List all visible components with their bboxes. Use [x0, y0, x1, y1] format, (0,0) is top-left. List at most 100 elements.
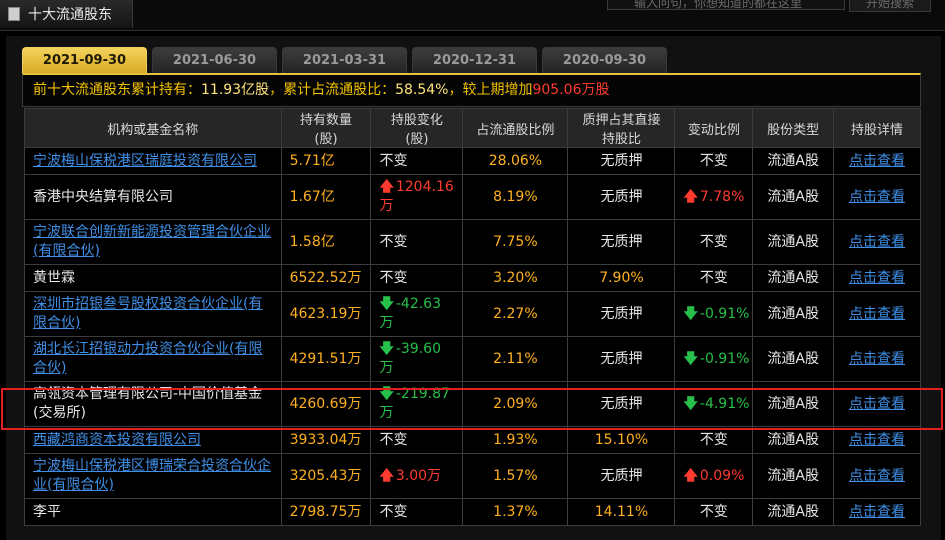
- view-detail-link[interactable]: 点击查看: [849, 153, 905, 169]
- cell-ratio: 28.06%: [462, 147, 569, 175]
- view-detail-link[interactable]: 点击查看: [849, 189, 905, 205]
- arrow-down-icon: 🡇: [683, 395, 698, 412]
- view-detail-link[interactable]: 点击查看: [849, 432, 905, 448]
- cell-holder-name: 高瓴资本管理有限公司-中国价值基金(交易所): [24, 381, 282, 427]
- cell-change-ratio: 不变: [674, 426, 754, 454]
- cell-pledge: 7.90%: [567, 264, 676, 292]
- table-row: 宁波联合创新新能源投资管理合伙企业(有限合伙) 1.58亿 不变 7.75% 无质押 不变…: [24, 219, 921, 265]
- top-bar: 十大流通股东 输入问句，你想知道的都在这里 开始搜索: [0, 0, 945, 31]
- change-ratio-value: 不变: [699, 269, 728, 286]
- cell-change: 不变: [370, 498, 464, 526]
- table-row: 西藏鸿商资本投资有限公司 3933.04万 不变 1.93% 15.10% 不变 流通A股点…: [24, 426, 921, 454]
- cell-change: 不变: [370, 219, 464, 265]
- arrow-down-icon: 🡇: [683, 305, 698, 322]
- change-ratio-value: -4.91%: [699, 395, 750, 412]
- cell-detail[interactable]: 点击查看: [833, 336, 921, 382]
- change-value: 不变: [379, 503, 408, 520]
- cell-change: 🡅 1204.16万: [370, 174, 464, 220]
- view-detail-link[interactable]: 点击查看: [849, 468, 905, 484]
- arrow-down-icon: 🡇: [379, 341, 394, 357]
- holder-name-link[interactable]: 湖北长江招银动力投资合伙企业(有限合伙): [33, 341, 262, 376]
- period-tabs: 2021-09-30 2021-06-30 2021-03-31 2020-12…: [22, 47, 672, 73]
- summary-increase: 905.06万股: [532, 82, 610, 98]
- tab-2021-03-31[interactable]: 2021-03-31: [282, 47, 407, 73]
- change-ratio-value: 0.09%: [699, 467, 745, 484]
- view-detail-link[interactable]: 点击查看: [849, 234, 905, 250]
- cell-change: 🡅 3.00万: [370, 453, 464, 499]
- cell-holder-name[interactable]: 宁波联合创新新能源投资管理合伙企业(有限合伙): [24, 219, 282, 265]
- cell-detail[interactable]: 点击查看: [833, 264, 921, 292]
- view-detail-link[interactable]: 点击查看: [849, 504, 905, 520]
- change-value: 不变: [379, 152, 408, 169]
- cell-change: 🡇 -39.60万: [370, 336, 464, 382]
- cell-quantity: 1.58亿: [280, 219, 372, 265]
- cell-quantity: 4623.19万: [280, 291, 372, 337]
- cell-pledge: 无质押: [567, 174, 676, 220]
- summary-mid: ，累计占流通股比：: [269, 82, 396, 98]
- holder-name-link[interactable]: 宁波梅山保税港区瑞庭投资有限公司: [33, 153, 257, 169]
- tab-2020-09-30[interactable]: 2020-09-30: [542, 47, 667, 73]
- window-title: 十大流通股东: [28, 7, 112, 23]
- view-detail-link[interactable]: 点击查看: [849, 306, 905, 322]
- cell-pledge: 无质押: [567, 147, 676, 175]
- summary-bar: 前十大流通股东累计持有：11.93亿股，累计占流通股比：58.54%，较上期增加…: [22, 73, 921, 107]
- cell-quantity: 1.67亿: [280, 174, 372, 220]
- cell-detail[interactable]: 点击查看: [833, 426, 921, 454]
- arrow-up-icon: 🡅: [683, 467, 698, 484]
- cell-holder-name[interactable]: 深圳市招银叁号股权投资合伙企业(有限合伙): [24, 291, 282, 337]
- summary-total: 11.93亿股: [201, 82, 270, 98]
- search-button[interactable]: 开始搜索: [849, 0, 931, 12]
- cell-detail[interactable]: 点击查看: [833, 498, 921, 526]
- change-ratio-value: 不变: [699, 503, 728, 520]
- table-row: 宁波梅山保税港区瑞庭投资有限公司 5.71亿 不变 28.06% 无质押 不变 流通A股 点击…: [24, 147, 921, 175]
- cell-holder-name[interactable]: 湖北长江招银动力投资合伙企业(有限合伙): [24, 336, 282, 382]
- cell-holder-name: 李平: [24, 498, 282, 526]
- tab-2021-06-30[interactable]: 2021-06-30: [152, 47, 277, 73]
- change-value: 不变: [379, 431, 408, 448]
- cell-ratio: 2.27%: [462, 291, 569, 337]
- cell-share-type: 流通A股: [752, 147, 835, 175]
- cell-change-ratio: 不变: [674, 498, 754, 526]
- change-value: 不变: [379, 233, 408, 250]
- cell-pledge: 无质押: [567, 381, 676, 427]
- holder-name-link[interactable]: 西藏鸿商资本投资有限公司: [33, 432, 201, 448]
- cell-detail[interactable]: 点击查看: [833, 381, 921, 427]
- cell-pledge: 15.10%: [567, 426, 676, 454]
- view-detail-link[interactable]: 点击查看: [849, 351, 905, 367]
- holder-name-link[interactable]: 宁波梅山保税港区博瑞荣合投资合伙企业(有限合伙): [33, 458, 271, 493]
- cell-ratio: 1.37%: [462, 498, 569, 526]
- cell-holder-name[interactable]: 宁波梅山保税港区瑞庭投资有限公司: [24, 147, 282, 175]
- cell-change-ratio: 🡇 -4.91%: [674, 381, 754, 427]
- cell-detail[interactable]: 点击查看: [833, 219, 921, 265]
- holder-name-link[interactable]: 宁波联合创新新能源投资管理合伙企业(有限合伙): [33, 224, 271, 259]
- cell-detail[interactable]: 点击查看: [833, 453, 921, 499]
- cell-quantity: 4291.51万: [280, 336, 372, 382]
- cell-detail[interactable]: 点击查看: [833, 174, 921, 220]
- cell-ratio: 1.93%: [462, 426, 569, 454]
- cell-change-ratio: 🡇 -0.91%: [674, 336, 754, 382]
- summary-ratio: 58.54%: [395, 82, 449, 98]
- view-detail-link[interactable]: 点击查看: [849, 270, 905, 286]
- column-header-change-ratio: 变动比例: [674, 108, 754, 148]
- cell-detail[interactable]: 点击查看: [833, 147, 921, 175]
- holder-name: 高瓴资本管理有限公司-中国价值基金(交易所): [33, 386, 263, 421]
- tab-2021-09-30[interactable]: 2021-09-30: [22, 47, 147, 73]
- cell-change: 不变: [370, 264, 464, 292]
- tab-2020-12-31[interactable]: 2020-12-31: [412, 47, 537, 73]
- cell-ratio: 8.19%: [462, 174, 569, 220]
- cell-holder-name[interactable]: 宁波梅山保税港区博瑞荣合投资合伙企业(有限合伙): [24, 453, 282, 499]
- holder-name: 李平: [33, 503, 61, 520]
- column-header-ratio: 占流通股比例: [462, 108, 569, 148]
- cell-pledge: 无质押: [567, 219, 676, 265]
- search-input[interactable]: 输入问句，你想知道的都在这里: [607, 0, 845, 10]
- holder-name-link[interactable]: 深圳市招银叁号股权投资合伙企业(有限合伙): [33, 296, 262, 331]
- change-ratio-value: 不变: [699, 152, 728, 169]
- view-detail-link[interactable]: 点击查看: [849, 396, 905, 412]
- table-row: 李平 2798.75万 不变 1.37% 14.11% 不变 流通A股 点击查看: [24, 498, 921, 526]
- cell-change: 不变: [370, 426, 464, 454]
- change-ratio-value: 7.78%: [699, 188, 745, 205]
- cell-ratio: 1.57%: [462, 453, 569, 499]
- cell-holder-name: 香港中央结算有限公司: [24, 174, 282, 220]
- cell-detail[interactable]: 点击查看: [833, 291, 921, 337]
- cell-holder-name[interactable]: 西藏鸿商资本投资有限公司: [24, 426, 282, 454]
